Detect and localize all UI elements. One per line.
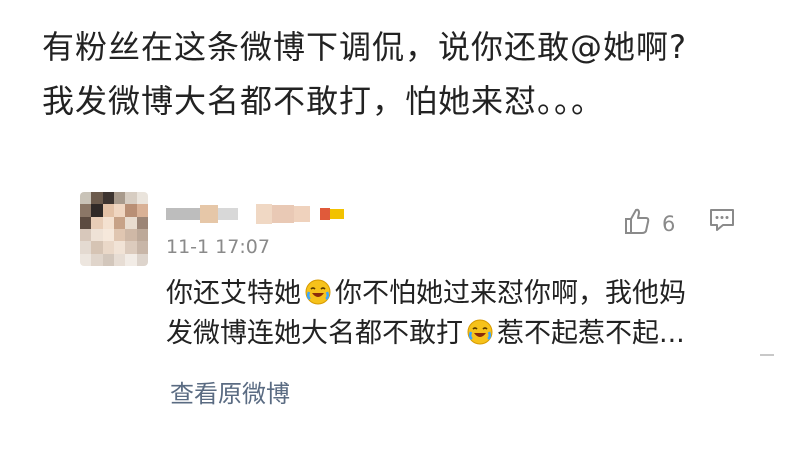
username-blur-block bbox=[330, 209, 344, 219]
username-blur-block bbox=[218, 208, 238, 220]
avatar-mosaic-tile bbox=[125, 192, 137, 205]
comment-text-part-4: 惹不起惹不起... bbox=[497, 318, 685, 349]
username-blur-block bbox=[310, 208, 320, 220]
username-blur-block bbox=[166, 208, 200, 220]
avatar-mosaic-tile bbox=[136, 253, 148, 266]
view-original-link[interactable]: 查看原微博 bbox=[170, 374, 290, 409]
like-button[interactable]: 6 bbox=[622, 206, 675, 241]
avatar-mosaic-tile bbox=[102, 241, 114, 254]
like-count: 6 bbox=[662, 211, 676, 236]
avatar-mosaic-tile bbox=[80, 253, 92, 266]
comment-button[interactable] bbox=[708, 206, 736, 238]
username-blur-block bbox=[200, 205, 218, 223]
commenter-avatar[interactable] bbox=[80, 192, 148, 266]
avatar-mosaic-tile bbox=[91, 253, 103, 266]
comment-icon bbox=[708, 209, 736, 238]
username-blur-block bbox=[272, 205, 294, 223]
avatar-mosaic-tile bbox=[80, 204, 92, 217]
comment-text-part-1: 你还艾特她 bbox=[166, 278, 301, 309]
avatar-mosaic-tile bbox=[136, 192, 148, 205]
avatar-mosaic-tile bbox=[102, 216, 114, 229]
avatar-mosaic-tile bbox=[102, 228, 114, 242]
username-blur-block bbox=[320, 208, 330, 220]
avatar-mosaic-tile bbox=[91, 228, 103, 242]
collapse-mark bbox=[760, 354, 774, 356]
comment-text: 你还艾特她 你不怕她过来怼你啊，我他妈 发微博连她大名都不敢打 惹不起惹不起... bbox=[166, 274, 766, 354]
avatar-mosaic-tile bbox=[113, 241, 126, 254]
avatar-mosaic-tile bbox=[125, 228, 137, 242]
username-blur-block bbox=[294, 206, 310, 222]
avatar-mosaic-tile bbox=[80, 216, 92, 229]
caption-line-2: 我发微博大名都不敢打，怕她来怼。。。 bbox=[42, 82, 605, 120]
avatar-mosaic-tile bbox=[80, 241, 92, 254]
commenter-username[interactable] bbox=[166, 202, 344, 226]
avatar-mosaic-tile bbox=[80, 228, 92, 242]
avatar-mosaic-tile bbox=[113, 253, 126, 266]
laughing-crying-emoji-icon bbox=[304, 278, 332, 306]
caption-line-1: 有粉丝在这条微博下调侃，说你还敢@她啊? bbox=[42, 28, 687, 66]
avatar-mosaic-tile bbox=[91, 241, 103, 254]
avatar-mosaic-tile bbox=[136, 216, 148, 229]
comment-text-part-3: 发微博连她大名都不敢打 bbox=[166, 318, 463, 349]
avatar-mosaic-tile bbox=[113, 204, 126, 217]
avatar-mosaic-tile bbox=[102, 204, 114, 217]
avatar-mosaic-tile bbox=[113, 216, 126, 229]
avatar-mosaic-tile bbox=[125, 216, 137, 229]
avatar-mosaic-tile bbox=[136, 228, 148, 242]
comment-text-part-2: 你不怕她过来怼你啊，我他妈 bbox=[335, 278, 686, 309]
comment-timestamp: 11-1 17:07 bbox=[166, 236, 270, 258]
thumbs-up-icon bbox=[622, 206, 652, 241]
laughing-crying-emoji-icon bbox=[466, 318, 494, 346]
username-blur-block bbox=[238, 208, 256, 220]
post-caption: 有粉丝在这条微博下调侃，说你还敢@她啊? 我发微博大名都不敢打，怕她来怼。。。 bbox=[42, 20, 782, 128]
avatar-mosaic-tile bbox=[125, 253, 137, 266]
avatar-mosaic-tile bbox=[113, 192, 126, 205]
comment-card: 11-1 17:07 6 你还艾特她 你不怕她过来怼你啊，我他妈 发微博连她大名都… bbox=[70, 178, 782, 450]
avatar-mosaic-tile bbox=[91, 216, 103, 229]
avatar-mosaic-tile bbox=[113, 228, 126, 242]
avatar-mosaic-tile bbox=[102, 192, 114, 205]
avatar-mosaic-tile bbox=[125, 241, 137, 254]
avatar-mosaic-tile bbox=[136, 241, 148, 254]
avatar-mosaic-tile bbox=[80, 192, 92, 205]
avatar-mosaic-tile bbox=[125, 204, 137, 217]
username-blur-block bbox=[256, 204, 272, 224]
avatar-mosaic-tile bbox=[91, 192, 103, 205]
avatar-mosaic-tile bbox=[102, 253, 114, 266]
avatar-mosaic-tile bbox=[136, 204, 148, 217]
avatar-mosaic-tile bbox=[91, 204, 103, 217]
